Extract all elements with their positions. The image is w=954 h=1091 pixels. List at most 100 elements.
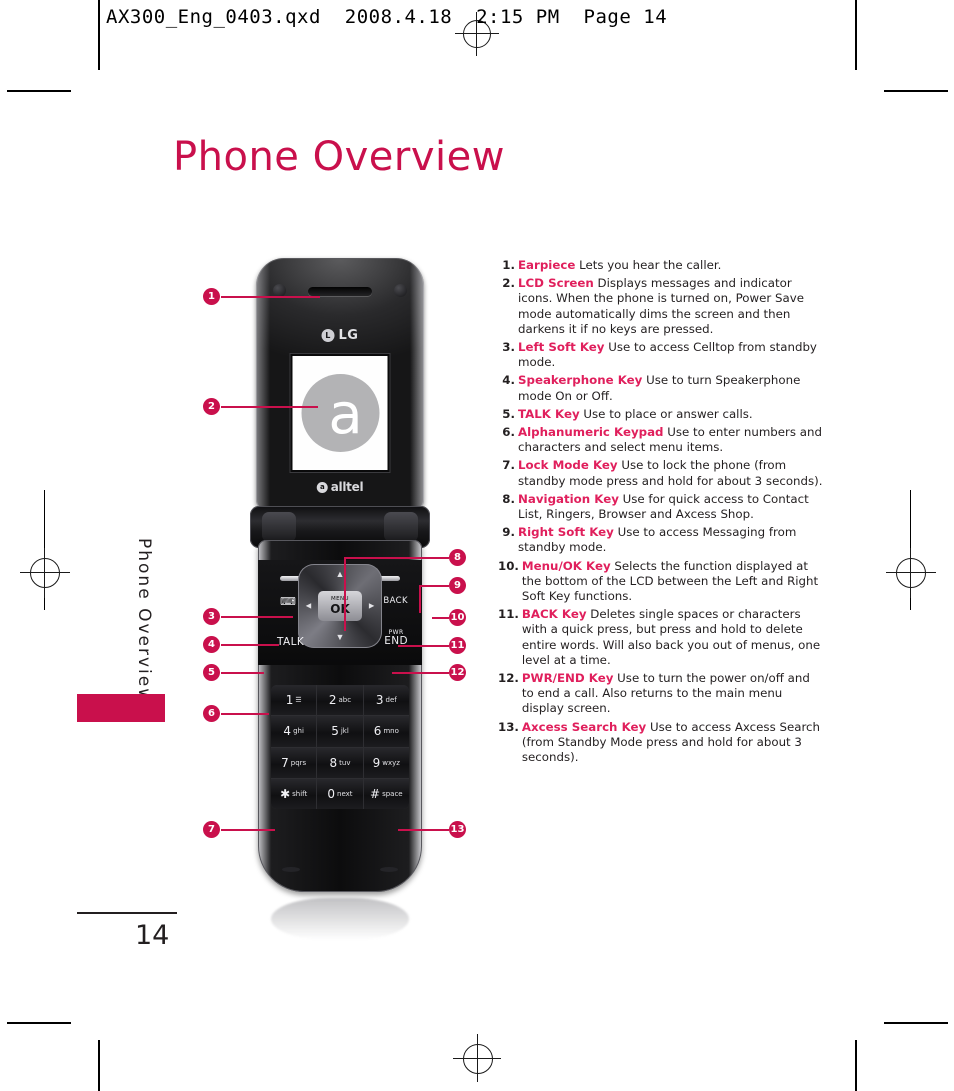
feature-item-11: 11. BACK Key Deletes single spaces or ch… <box>498 607 823 668</box>
hinge-pad-left <box>262 512 296 542</box>
back-key: BACK <box>383 596 408 606</box>
crop-mark-bottom-right-vertical <box>855 1040 857 1091</box>
feature-body: PWR/END Key Use to turn the power on/off… <box>522 671 823 717</box>
feature-body: Alphanumeric Keypad Use to enter numbers… <box>518 425 823 455</box>
feature-index: 1. <box>502 258 515 272</box>
feature-index: 6. <box>502 425 515 440</box>
carrier-logo: a alltel <box>316 480 364 494</box>
feature-item-10: 10. Menu/OK Key Selects the function dis… <box>498 559 823 605</box>
sidebar-chapter-label: Phone Overview <box>134 538 154 705</box>
feature-item-4: 4. Speakerphone Key Use to turn Speakerp… <box>498 373 823 403</box>
key-5: 5 jkl <box>317 716 363 747</box>
microphone-vent-right <box>380 867 398 872</box>
feature-term: Alphanumeric Keypad <box>518 425 664 440</box>
leader-line-7 <box>221 829 275 831</box>
callout-badge-12: 12 <box>449 664 466 681</box>
feature-index: 12. <box>498 671 519 686</box>
callout-badge-4: 4 <box>203 636 220 653</box>
feature-index: 13. <box>498 719 519 734</box>
feature-body: BACK Key Deletes single spaces or charac… <box>522 607 823 668</box>
key-2: 2 abc <box>317 685 363 716</box>
feature-index: 5. <box>502 406 515 421</box>
callout-badge-6: 6 <box>203 705 220 722</box>
key-0: 0 next <box>317 778 363 809</box>
crop-mark-top-right-vertical <box>855 0 857 70</box>
microphone-vent-left <box>282 867 300 872</box>
feature-term: PWR/END Key <box>521 671 614 686</box>
feature-index: 4. <box>502 373 515 388</box>
feature-term: LCD Screen <box>518 276 594 291</box>
leader-line-3 <box>221 616 293 618</box>
feature-desc: Use to place or answer calls. <box>579 406 753 421</box>
feature-index: 2. <box>502 276 515 291</box>
crop-mark-top-left-vertical <box>98 0 100 70</box>
registration-mark-left <box>20 548 70 598</box>
printer-slug: AX300_Eng_0403.qxd 2008.4.18 2:15 PM Pag… <box>106 6 668 28</box>
leader-line-12 <box>392 672 449 674</box>
feature-body: Axcess Search Key Use to access Axcess S… <box>522 720 823 766</box>
feature-body: Navigation Key Use for quick access to C… <box>518 492 823 522</box>
feature-body: LCD Screen Displays messages and indicat… <box>518 276 823 337</box>
feature-term: Lock Mode Key <box>518 458 618 473</box>
feature-desc: Lets you hear the caller. <box>575 258 722 272</box>
feature-item-2: 2. LCD Screen Displays messages and indi… <box>498 276 823 337</box>
feature-item-7: 7. Lock Mode Key Use to lock the phone (… <box>498 458 823 488</box>
callout-badge-8: 8 <box>449 549 466 566</box>
registration-mark-right <box>886 548 936 598</box>
callout-badge-5: 5 <box>203 664 220 681</box>
feature-item-9: 9. Right Soft Key Use to access Messagin… <box>498 525 823 555</box>
callout-badge-1: 1 <box>203 288 220 305</box>
sidebar-chapter-tab <box>77 694 165 722</box>
key-7: 7 pqrs <box>271 747 317 778</box>
feature-item-12: 12. PWR/END Key Use to turn the power on… <box>498 671 823 717</box>
leader-line-9 <box>419 585 449 587</box>
feature-item-1: 1. Earpiece Lets you hear the caller. <box>498 258 823 273</box>
housing-gloss-right <box>410 258 424 510</box>
page-number: 14 <box>135 920 170 951</box>
key-3: 3 def <box>363 685 409 716</box>
lg-brand-text: LG <box>338 328 359 343</box>
talk-key: TALK <box>277 636 305 648</box>
crop-mark-top-left-horizontal <box>7 90 71 92</box>
feature-body: Left Soft Key Use to access Celltop from… <box>518 340 823 370</box>
leader-line-4 <box>221 644 279 646</box>
leader-line-8 <box>344 557 449 559</box>
hinge-pad-right <box>384 512 418 542</box>
feature-index: 3. <box>502 340 515 355</box>
leader-line-9-drop <box>419 585 421 613</box>
navigation-key: ▲ ▼ ◄ ► MENU OK <box>298 564 382 648</box>
crop-mark-bottom-left-horizontal <box>7 1022 71 1024</box>
phone-reflection <box>271 898 409 940</box>
key-6: 6 mno <box>363 716 409 747</box>
callout-badge-7: 7 <box>203 821 220 838</box>
page-title: Phone Overview <box>173 134 505 180</box>
nav-left-icon: ◄ <box>304 600 313 611</box>
lcd-screen: a <box>292 356 388 470</box>
feature-index: 8. <box>502 491 515 506</box>
housing-screw-right <box>394 284 407 297</box>
feature-body: Right Soft Key Use to access Messaging f… <box>518 525 823 555</box>
feature-body: Speakerphone Key Use to turn Speakerphon… <box>518 373 823 403</box>
leader-line-5 <box>221 672 264 674</box>
key-star-lock: ✱ shift <box>271 778 317 809</box>
page-number-rule <box>77 912 177 914</box>
callout-badge-3: 3 <box>203 608 220 625</box>
nav-right-icon: ► <box>367 600 376 611</box>
leader-line-13 <box>398 829 449 831</box>
feature-item-8: 8. Navigation Key Use for quick access t… <box>498 492 823 522</box>
feature-item-3: 3. Left Soft Key Use to access Celltop f… <box>498 340 823 370</box>
crop-mark-bottom-left-vertical <box>98 1040 100 1091</box>
alphanumeric-keypad: 1 ☰ 2 abc 3 def 4 ghi 5 jkl 6 mno 7 pqrs 8 tuv 9… <box>271 685 409 809</box>
phone-illustration: L LG a a alltel ▲ ▼ ◄ ► MENU OK ⌨ BACK T… <box>243 258 435 940</box>
alltel-circle-icon: a <box>316 481 328 493</box>
feature-body: Menu/OK Key Selects the function display… <box>522 559 823 605</box>
feature-term: Speakerphone Key <box>518 373 643 388</box>
ok-label: OK <box>330 601 350 616</box>
feature-index: 7. <box>502 458 515 473</box>
feature-term: Right Soft Key <box>518 525 614 540</box>
callout-badge-11: 11 <box>449 637 466 654</box>
leader-line-1 <box>221 296 320 298</box>
feature-term: Earpiece <box>518 258 576 272</box>
feature-body: Lock Mode Key Use to lock the phone (fro… <box>518 458 823 488</box>
feature-term: TALK Key <box>518 406 580 421</box>
